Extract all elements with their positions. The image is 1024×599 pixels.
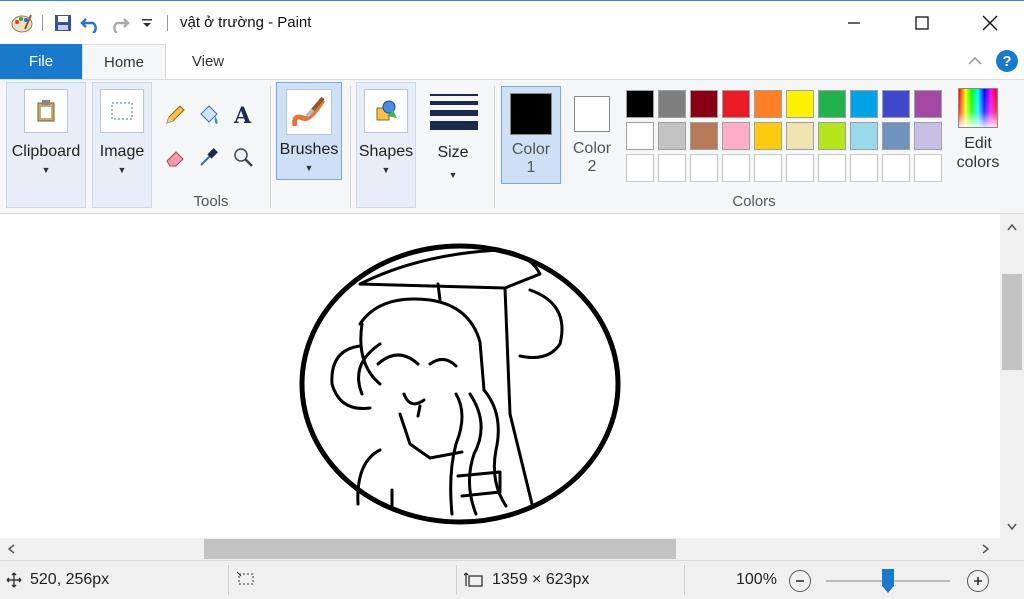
group-separator (494, 86, 495, 208)
status-bar: 520, 256px 1359 × 623px 100% (0, 560, 1024, 599)
colors-group: Colors (500, 84, 1008, 212)
collapse-ribbon-icon[interactable] (968, 56, 982, 66)
selection-size-status (236, 571, 264, 587)
shapes-label: Shapes (358, 143, 414, 160)
paint-app-icon[interactable] (8, 9, 36, 37)
group-separator (270, 86, 271, 208)
size-icon (430, 94, 478, 135)
chevron-down-icon: ▼ (41, 165, 51, 175)
window-controls (820, 1, 1024, 45)
brush-icon (286, 89, 332, 135)
tab-view[interactable]: View (166, 44, 250, 79)
status-separator (456, 565, 457, 595)
select-icon (100, 89, 144, 133)
undo-icon[interactable] (77, 9, 105, 37)
eraser-icon[interactable] (160, 142, 190, 172)
help-icon[interactable]: ? (996, 50, 1018, 72)
tab-file[interactable]: File (0, 44, 82, 79)
maximize-button[interactable] (888, 1, 956, 45)
drawing-canvas[interactable] (0, 214, 1000, 538)
close-button[interactable] (956, 1, 1024, 45)
ribbon-tabs: File Home View ? (0, 44, 1024, 79)
scroll-right-icon[interactable] (982, 543, 990, 557)
window-title: vật ở trường - Paint (180, 14, 312, 31)
image-label: Image (99, 143, 145, 160)
redo-icon[interactable] (105, 9, 133, 37)
ribbon-right-controls: ? (968, 50, 1018, 72)
image-button[interactable]: Image ▼ (92, 82, 152, 208)
clipboard-icon (24, 89, 68, 133)
chevron-down-icon: ▼ (448, 170, 458, 180)
group-separator (350, 86, 351, 208)
colors-label: Colors (732, 193, 776, 210)
brushes-label: Brushes (279, 141, 339, 158)
fill-bucket-icon[interactable] (194, 100, 224, 130)
size-label: Size (437, 144, 469, 161)
minimize-button[interactable] (820, 1, 888, 45)
horizontal-scrollbar[interactable] (0, 538, 1000, 560)
tools-label: Tools (193, 193, 229, 210)
clipboard-label: Clipboard (11, 143, 81, 160)
zoom-out-button[interactable] (789, 570, 811, 592)
horizontal-scroll-thumb[interactable] (204, 539, 676, 559)
tools-group: A Tools (156, 84, 266, 212)
brushes-button[interactable]: Brushes ▼ (276, 82, 342, 180)
ribbon: Clipboard ▼ Image ▼ A Tools Brushes ▼ Sh… (0, 79, 1024, 214)
drawing (299, 243, 621, 525)
move-cursor-icon (6, 572, 22, 588)
color-picker-icon[interactable] (194, 142, 224, 172)
size-button[interactable]: Size ▼ (420, 84, 486, 184)
magnifier-icon[interactable] (228, 142, 258, 172)
scroll-left-icon[interactable] (7, 543, 15, 557)
scrollbar-corner (1000, 538, 1024, 560)
status-separator (684, 565, 685, 595)
tab-home[interactable]: Home (82, 44, 166, 79)
zoom-level-text: 100% (736, 571, 777, 588)
chevron-down-icon: ▼ (304, 163, 314, 173)
pencil-icon[interactable] (160, 100, 190, 130)
title-bar: vật ở trường - Paint (0, 0, 1024, 44)
qat-separator (167, 14, 168, 31)
selection-size-icon (236, 571, 254, 585)
zoom-slider-thumb[interactable] (882, 569, 894, 593)
scroll-down-icon[interactable] (1007, 520, 1017, 534)
cursor-position-text: 520, 256px (30, 571, 110, 588)
zoom-in-button[interactable] (967, 570, 989, 592)
chevron-down-icon: ▼ (381, 165, 391, 175)
save-icon[interactable] (49, 9, 77, 37)
clipboard-button[interactable]: Clipboard ▼ (6, 82, 86, 208)
shapes-icon (364, 89, 408, 133)
cursor-position-status: 520, 256px (6, 571, 109, 589)
svg-text:A: A (233, 104, 252, 126)
customize-qat-icon[interactable] (133, 9, 161, 37)
vertical-scroll-thumb[interactable] (1002, 274, 1022, 370)
vertical-scrollbar[interactable] (1000, 214, 1024, 538)
zoom-level-status: 100% (736, 571, 777, 589)
shapes-button[interactable]: Shapes ▼ (356, 82, 416, 208)
minus-icon (796, 580, 804, 582)
plus-icon (974, 577, 982, 585)
image-size-status: 1359 × 623px (464, 571, 589, 589)
scroll-up-icon[interactable] (1007, 220, 1017, 234)
image-size-text: 1359 × 623px (492, 571, 590, 588)
qat-separator (42, 14, 43, 31)
chevron-down-icon: ▼ (117, 165, 127, 175)
quick-access-toolbar (0, 1, 174, 45)
text-tool-icon[interactable]: A (228, 100, 258, 130)
image-size-icon (464, 572, 483, 587)
status-separator (228, 565, 229, 595)
